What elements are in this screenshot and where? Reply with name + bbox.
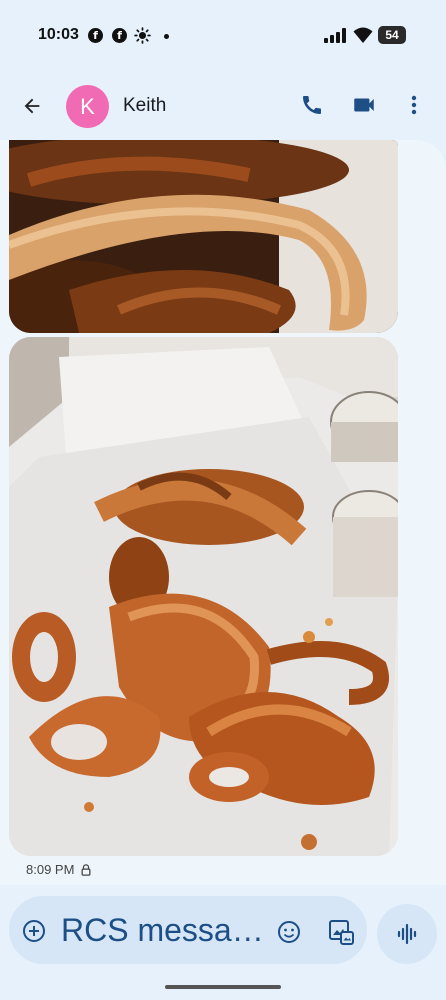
video-call-icon [354,98,374,112]
message-image-onion-rings-closeup[interactable] [9,140,398,333]
food-photo [9,337,398,856]
more-vert-icon [411,95,417,115]
emoji-icon[interactable] [277,920,301,944]
add-circle-icon[interactable] [22,919,46,943]
voice-waveform-icon [397,923,417,945]
status-bar: 10:03 f f 54 [0,0,446,72]
food-photo [9,140,398,333]
compose-bar: RCS messa… [9,896,367,964]
dot-icon [164,34,169,39]
more-options-button[interactable] [402,89,426,121]
signal-icon [324,28,346,43]
back-button[interactable] [14,88,50,124]
gallery-icon[interactable] [327,918,355,946]
status-time: 10:03 [38,26,79,43]
facebook-icon: f [112,28,127,43]
brightness-icon [134,27,151,44]
battery-icon: 54 [378,26,406,44]
battery-level: 54 [385,28,399,42]
message-list[interactable]: 8:09 PM [0,140,446,885]
message-image-onion-rings-on-paper[interactable] [9,337,398,856]
timestamp-text: 8:09 PM [26,862,75,877]
facebook-icon: f [88,28,103,43]
message-timestamp: 8:09 PM [26,862,92,877]
voice-message-button[interactable] [377,904,437,964]
contact-name[interactable]: Keith [123,95,166,117]
call-button[interactable] [296,89,328,121]
home-indicator[interactable] [165,985,281,989]
avatar[interactable]: K [66,85,109,128]
video-call-button[interactable] [348,89,380,121]
conversation-header: K Keith [0,72,446,140]
phone-icon [303,96,321,114]
lock-icon [81,863,91,876]
message-input[interactable]: RCS messa… [61,910,275,950]
wifi-icon [353,27,373,43]
back-arrow-icon [24,98,40,114]
